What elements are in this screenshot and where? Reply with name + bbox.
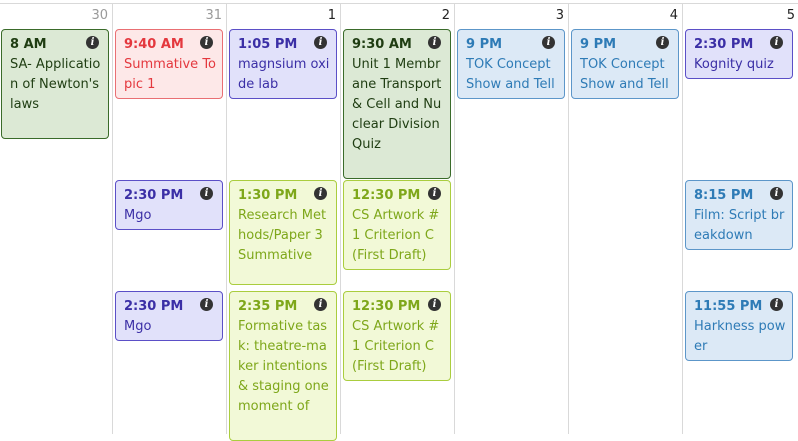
calendar-event[interactable]: 9 PM TOK Concept Show and Tell i — [571, 29, 679, 99]
info-icon[interactable]: i — [770, 298, 783, 311]
info-icon[interactable]: i — [770, 36, 783, 49]
event-title: Unit 1 Membrane Transport & Cell and Nuc… — [352, 57, 442, 152]
day-number[interactable]: 2 — [442, 8, 450, 24]
calendar-event[interactable]: 8:15 PM Film: Script breakdown i — [685, 180, 793, 250]
calendar-event[interactable]: 2:35 PM Formative task: theatre-maker in… — [229, 291, 337, 441]
calendar-event[interactable]: 12:30 PM CS Artwork #1 Criterion C (Firs… — [343, 291, 451, 381]
info-icon[interactable]: i — [200, 36, 213, 49]
info-icon[interactable]: i — [770, 187, 783, 200]
day-number[interactable]: 31 — [205, 8, 222, 24]
calendar-event[interactable]: 12:30 PM CS Artwork #1 Criterion C (Firs… — [343, 180, 451, 270]
info-icon[interactable]: i — [314, 187, 327, 200]
info-icon[interactable]: i — [314, 298, 327, 311]
event-title: Mgo — [124, 319, 152, 334]
event-title: TOK Concept Show and Tell — [580, 57, 669, 92]
info-icon[interactable]: i — [428, 187, 441, 200]
event-title: Harkness power — [694, 319, 786, 354]
event-title: magnsium oxide lab — [238, 57, 330, 92]
event-title: SA- Application of Newton's laws — [10, 57, 101, 112]
info-icon[interactable]: i — [428, 36, 441, 49]
event-title: Film: Script breakdown — [694, 208, 785, 243]
calendar-event[interactable]: 9:40 AM Summative Topic 1 i — [115, 29, 223, 99]
day-number[interactable]: 3 — [556, 8, 564, 24]
info-icon[interactable]: i — [200, 187, 213, 200]
calendar-event[interactable]: 2:30 PM Kognity quiz i — [685, 29, 793, 79]
event-title: CS Artwork #1 Criterion C (First Draft) — [352, 208, 440, 263]
calendar-event[interactable]: 11:55 PM Harkness power i — [685, 291, 793, 361]
event-title: TOK Concept Show and Tell — [466, 57, 555, 92]
day-number[interactable]: 1 — [328, 8, 336, 24]
day-number[interactable]: 5 — [787, 8, 795, 24]
info-icon[interactable]: i — [656, 36, 669, 49]
event-title: CS Artwork #1 Criterion C (First Draft) — [352, 319, 440, 374]
event-title: Kognity quiz — [694, 57, 774, 72]
calendar-event[interactable]: 9:30 AM Unit 1 Membrane Transport & Cell… — [343, 29, 451, 179]
calendar-event[interactable]: 1:30 PM Research Methods/Paper 3 Summati… — [229, 180, 337, 285]
calendar-event[interactable]: 2:30 PM Mgo i — [115, 180, 223, 230]
calendar-event[interactable]: 9 PM TOK Concept Show and Tell i — [457, 29, 565, 99]
info-icon[interactable]: i — [542, 36, 555, 49]
event-title: Research Methods/Paper 3 Summative — [238, 208, 327, 263]
info-icon[interactable]: i — [428, 298, 441, 311]
day-number[interactable]: 4 — [670, 8, 678, 24]
day-number[interactable]: 30 — [91, 8, 108, 24]
info-icon[interactable]: i — [314, 36, 327, 49]
info-icon[interactable]: i — [86, 36, 99, 49]
calendar-event[interactable]: 2:30 PM Mgo i — [115, 291, 223, 341]
event-title: Formative task: theatre-maker intentions… — [238, 319, 329, 414]
calendar-event[interactable]: 1:05 PM magnsium oxide lab i — [229, 29, 337, 99]
event-title: Mgo — [124, 208, 152, 223]
event-title: Summative Topic 1 — [124, 57, 217, 92]
info-icon[interactable]: i — [200, 298, 213, 311]
calendar-event[interactable]: 8 AM SA- Application of Newton's laws i — [1, 29, 109, 139]
